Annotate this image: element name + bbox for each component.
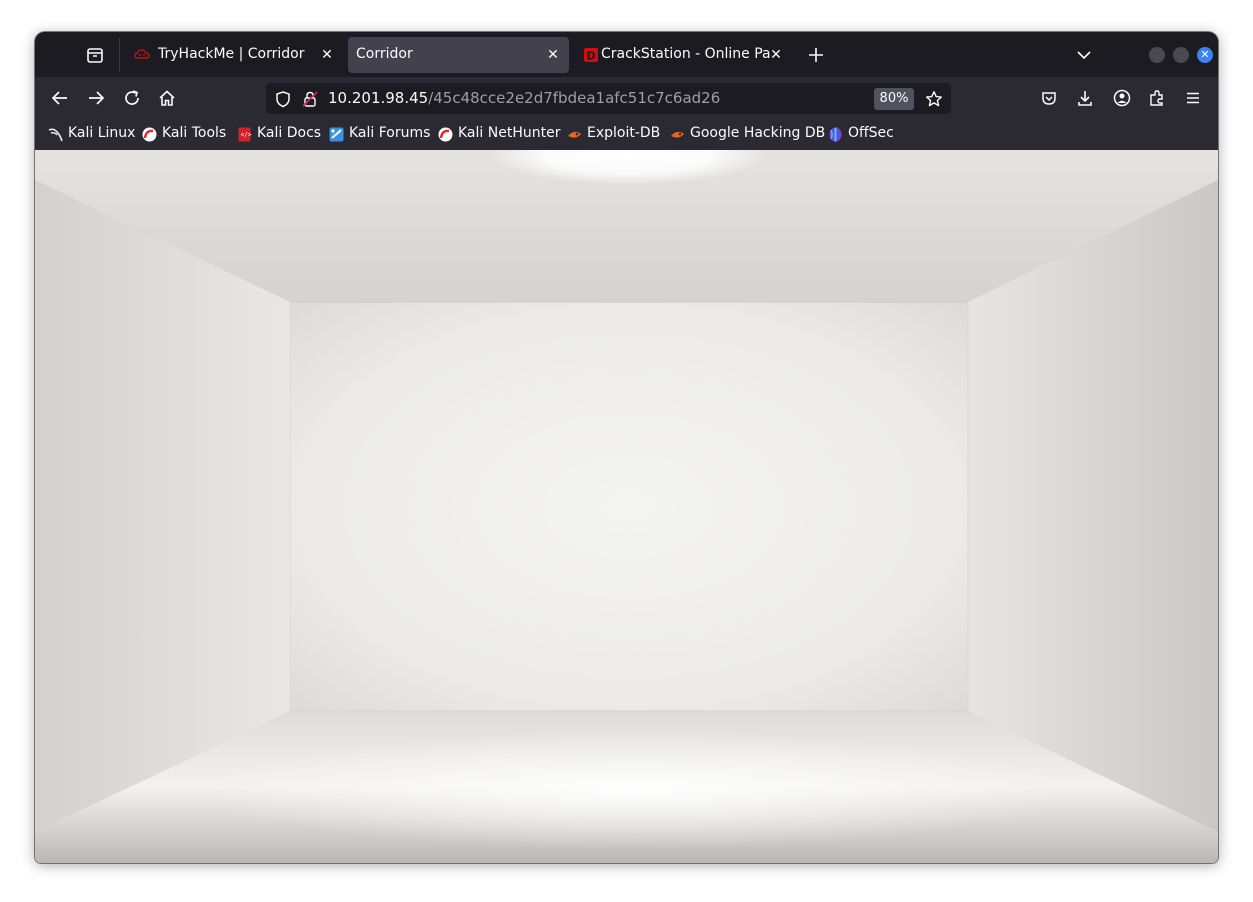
account-icon[interactable] [1112, 88, 1132, 108]
url-bar[interactable]: 10.201.98.45/45c48cce2e2d7fbdea1afc51c7c… [266, 83, 951, 114]
tab-title: Corridor [356, 46, 413, 62]
bookmark-label: Kali Linux [68, 125, 136, 141]
minimize-button[interactable] [1149, 47, 1165, 63]
bookmark-label: Kali Docs [257, 125, 322, 141]
tab-title: TryHackMe | Corridor [158, 46, 305, 62]
tab-crackstation[interactable]: D CrackStation - Online Pas ✕ [571, 37, 793, 73]
pocket-icon[interactable] [1039, 88, 1059, 108]
kali-nethunter-icon [438, 127, 453, 142]
kali-forums-icon [329, 127, 344, 142]
firefox-view-icon[interactable] [83, 43, 107, 67]
floor-light-spot [205, 730, 1065, 850]
crackstation-icon: D [583, 47, 599, 63]
kali-tools-icon [142, 127, 157, 142]
url-path: /45c48cce2e2d7fbdea1afc51c7c6ad26 [428, 89, 721, 107]
bookmark-label: Exploit-DB [587, 125, 661, 141]
offsec-icon [828, 127, 843, 142]
tab-title: CrackStation - Online Pas [601, 46, 771, 62]
zoom-level-button[interactable]: 80% [874, 88, 914, 110]
exploit-db-icon [567, 127, 582, 142]
bookmark-label: Kali Forums [349, 125, 431, 141]
shield-icon[interactable] [274, 90, 292, 108]
kali-docs-icon: </> [237, 127, 252, 142]
reload-icon[interactable] [122, 88, 142, 108]
tab-tryhackme[interactable]: TryHackMe | Corridor ✕ [122, 37, 344, 73]
close-tab-icon[interactable]: ✕ [767, 46, 785, 64]
ghdb-icon [670, 127, 685, 142]
downloads-icon[interactable] [1075, 88, 1095, 108]
kali-dragon-icon [48, 127, 63, 142]
close-tab-icon[interactable]: ✕ [318, 46, 336, 64]
empty-room-image [35, 150, 1218, 863]
bookmark-star-icon[interactable] [925, 90, 943, 108]
close-window-button[interactable]: ✕ [1197, 47, 1213, 63]
tab-separator [119, 38, 120, 72]
chevron-down-icon[interactable] [1075, 46, 1093, 64]
svg-text:</>: </> [241, 132, 252, 139]
page-content[interactable] [35, 150, 1218, 863]
home-icon[interactable] [157, 88, 177, 108]
svg-text:D: D [587, 50, 596, 63]
browser-window: TryHackMe | Corridor ✕ Corridor ✕ D Crac… [35, 32, 1218, 863]
bookmark-label: Kali Tools [162, 125, 227, 141]
menu-icon[interactable] [1183, 88, 1203, 108]
close-tab-icon[interactable]: ✕ [544, 46, 562, 64]
navigation-toolbar: 10.201.98.45/45c48cce2e2d7fbdea1afc51c7c… [35, 77, 1218, 119]
insecure-lock-icon[interactable] [301, 90, 319, 108]
forward-arrow-icon[interactable] [86, 88, 106, 108]
tab-strip: TryHackMe | Corridor ✕ Corridor ✕ D Crac… [35, 32, 1218, 77]
bookmark-label: OffSec [848, 125, 894, 141]
tab-corridor[interactable]: Corridor ✕ [348, 37, 569, 73]
url-host: 10.201.98.45 [328, 89, 429, 107]
back-wall [290, 302, 968, 711]
maximize-button[interactable] [1173, 47, 1189, 63]
new-tab-icon[interactable] [805, 44, 827, 66]
bookmarks-toolbar: Kali Linux Kali Tools </> Kali Docs Kali… [35, 119, 1218, 150]
extensions-icon[interactable] [1147, 88, 1167, 108]
tryhackme-icon [134, 47, 150, 63]
bookmark-label: Kali NetHunter [458, 125, 561, 141]
back-arrow-icon[interactable] [50, 88, 70, 108]
bookmark-label: Google Hacking DB [690, 125, 826, 141]
url-text[interactable]: 10.201.98.45/45c48cce2e2d7fbdea1afc51c7c… [328, 89, 720, 107]
